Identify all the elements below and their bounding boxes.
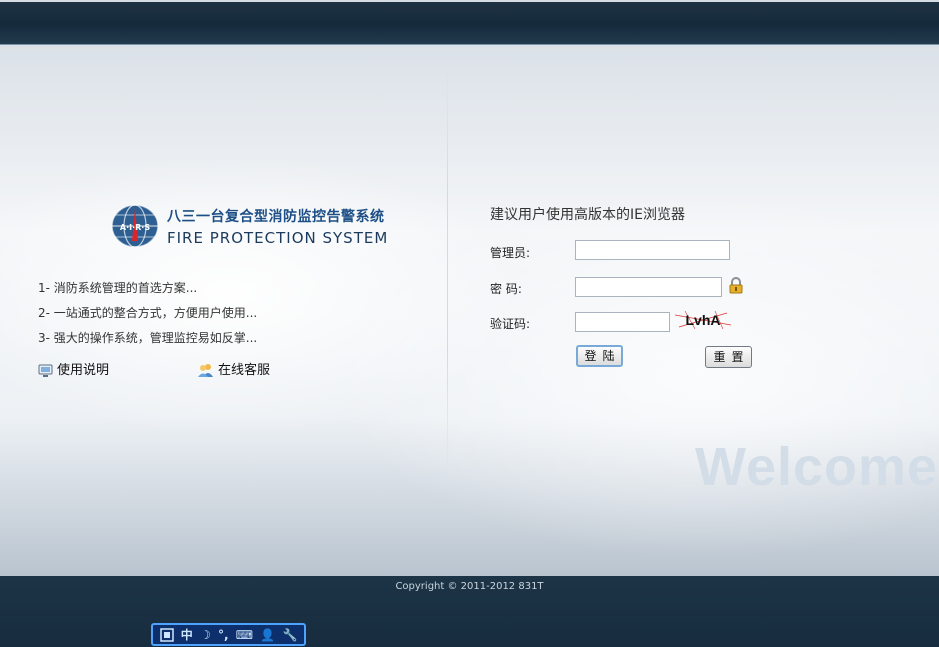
manual-link-label: 使用说明 xyxy=(57,363,110,378)
captcha-label: 验证码: xyxy=(490,317,531,331)
logo-emblem-text: A·I·R·S xyxy=(120,223,150,232)
captcha-text: LvhA xyxy=(686,312,721,328)
logo-title-cn: 八三一台复合型消防监控告警系统 xyxy=(167,209,385,225)
ime-toolbar[interactable]: 中 ☽ °, ⌨ 👤 🔧 xyxy=(151,623,306,646)
ime-chinese-mode-icon[interactable]: 中 xyxy=(181,629,193,641)
captcha-image[interactable]: LvhA xyxy=(675,309,731,331)
center-divider xyxy=(447,60,448,480)
ime-logo-icon[interactable] xyxy=(159,627,174,642)
welcome-watermark: Welcome xyxy=(695,437,939,497)
admin-input[interactable] xyxy=(575,240,730,260)
password-input[interactable] xyxy=(575,277,722,297)
logo-title-en: FIRE PROTECTION SYSTEM xyxy=(167,229,389,247)
logo-globe-icon: A·I·R·S xyxy=(111,204,159,248)
password-label: 密 码: xyxy=(490,282,522,296)
support-link-label: 在线客服 xyxy=(218,363,271,378)
admin-label: 管理员: xyxy=(490,246,531,260)
captcha-input[interactable] xyxy=(575,312,670,332)
login-title: 建议用户使用高版本的IE浏览器 xyxy=(490,207,685,223)
lock-icon xyxy=(729,277,743,294)
ime-punctuation-icon[interactable]: °, xyxy=(218,629,229,641)
users-icon xyxy=(198,364,213,377)
feature-item-1: 1- 消防系统管理的首选方案... xyxy=(38,281,198,295)
copyright-text: Copyright © 2011-2012 831T xyxy=(395,581,544,592)
reset-button[interactable]: 重置 xyxy=(705,346,752,368)
header-bar xyxy=(0,0,939,45)
support-link[interactable]: 在线客服 xyxy=(198,359,270,378)
manual-link[interactable]: 使用说明 xyxy=(38,359,109,378)
ime-settings-icon[interactable]: 🔧 xyxy=(282,629,297,641)
ime-keyboard-icon[interactable]: ⌨ xyxy=(236,629,253,641)
feature-item-3: 3- 强大的操作系统，管理监控易如反掌... xyxy=(38,331,258,345)
ime-moon-icon[interactable]: ☽ xyxy=(200,629,211,641)
ime-user-icon[interactable]: 👤 xyxy=(260,629,275,641)
feature-item-2: 2- 一站通式的整合方式，方便用户使用... xyxy=(38,306,258,320)
monitor-icon xyxy=(38,364,53,377)
header-top-line xyxy=(0,0,939,2)
login-button[interactable]: 登陆 xyxy=(576,345,623,367)
